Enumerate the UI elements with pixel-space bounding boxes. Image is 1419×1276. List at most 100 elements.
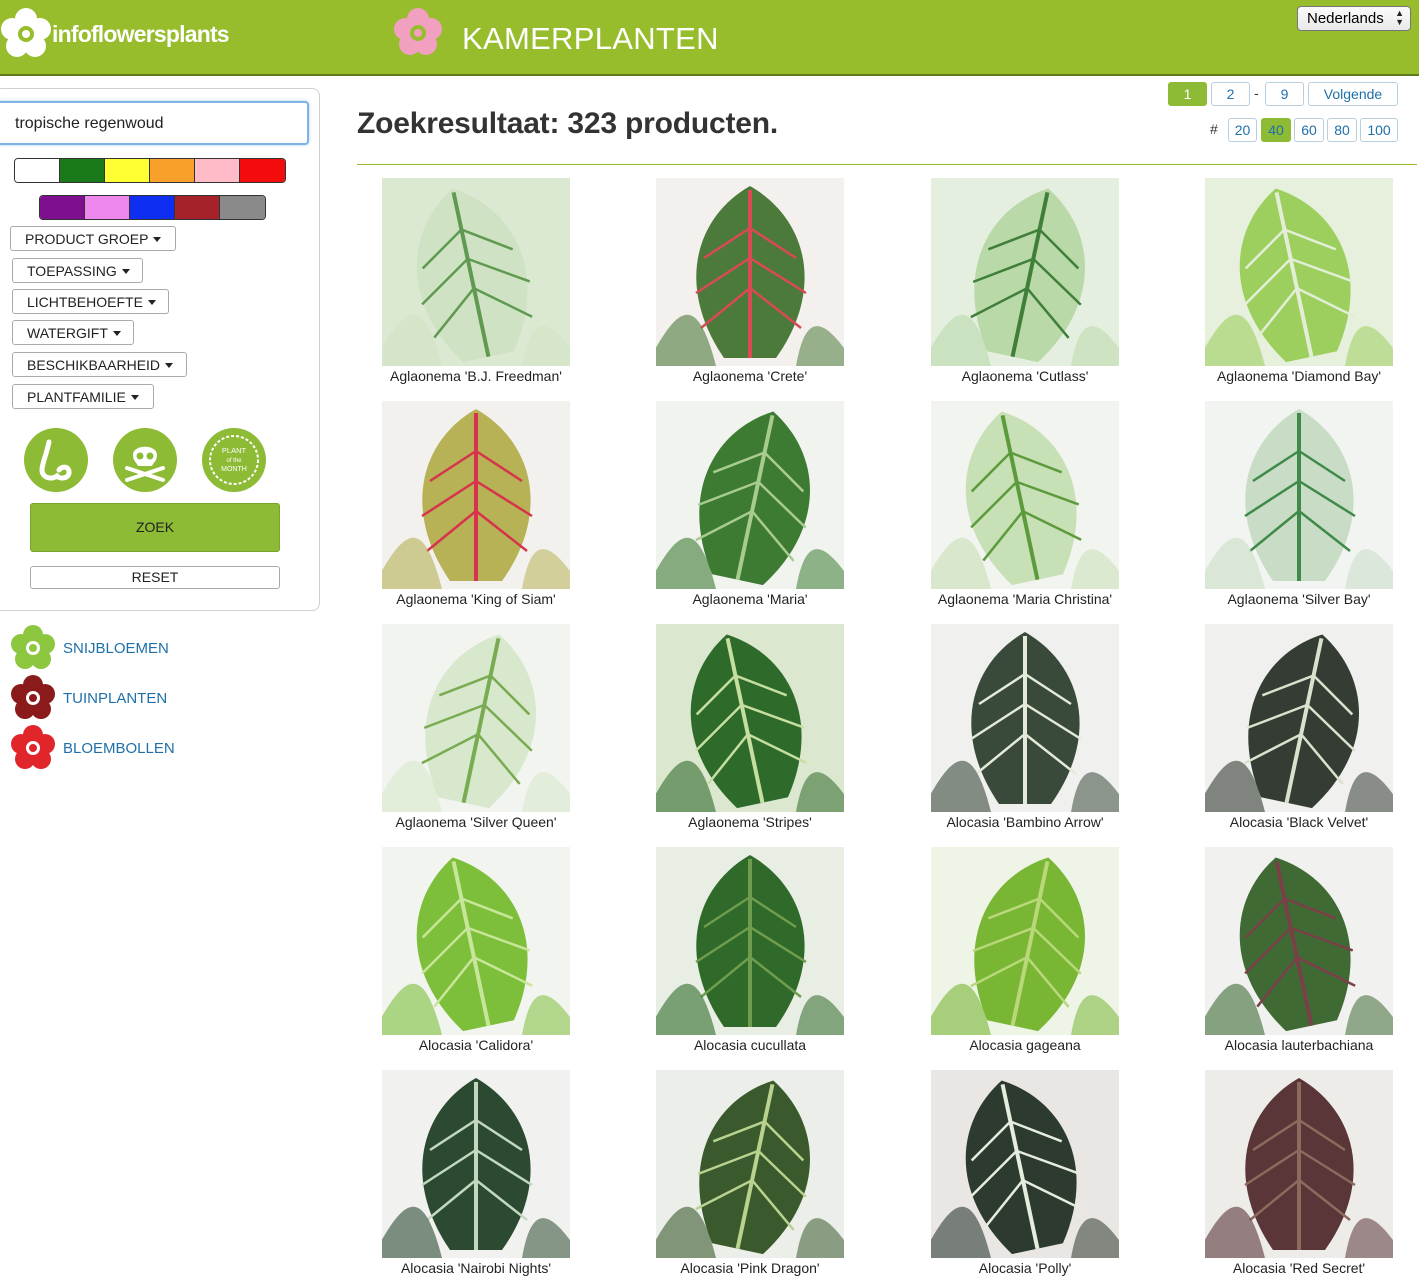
product-image[interactable] <box>382 847 570 1035</box>
product-card[interactable]: Alocasia 'Polly' <box>931 1070 1119 1276</box>
color-swatch[interactable] <box>105 159 150 182</box>
filter-watergift[interactable]: WATERGIFT <box>12 320 134 345</box>
product-card[interactable]: Alocasia cucullata <box>656 847 844 1053</box>
fragrance-filter-button[interactable] <box>24 428 88 492</box>
product-name[interactable]: Alocasia 'Red Secret' <box>1189 1260 1409 1276</box>
product-name[interactable]: Alocasia 'Nairobi Nights' <box>366 1260 586 1276</box>
product-card[interactable]: Aglaonema 'Cutlass' <box>931 178 1119 384</box>
sidebar-link-tuinplanten[interactable]: TUINPLANTEN <box>8 674 167 722</box>
color-swatch[interactable] <box>175 196 220 219</box>
filter-beschikbaarheid[interactable]: BESCHIKBAARHEID <box>12 352 187 377</box>
product-name[interactable]: Alocasia cucullata <box>640 1037 860 1053</box>
product-card[interactable]: Aglaonema 'Diamond Bay' <box>1205 178 1393 384</box>
product-card[interactable]: Aglaonema 'B.J. Freedman' <box>382 178 570 384</box>
product-image[interactable] <box>931 1070 1119 1258</box>
product-name[interactable]: Alocasia 'Bambino Arrow' <box>915 814 1135 830</box>
product-image[interactable] <box>656 847 844 1035</box>
per-page-100[interactable]: 100 <box>1360 118 1398 142</box>
product-name[interactable]: Aglaonema 'Maria' <box>640 591 860 607</box>
product-card[interactable]: Alocasia 'Bambino Arrow' <box>931 624 1119 830</box>
reset-button[interactable]: RESET <box>30 566 280 589</box>
product-card[interactable]: Alocasia 'Black Velvet' <box>1205 624 1393 830</box>
color-swatch[interactable] <box>15 159 60 182</box>
product-card[interactable]: Alocasia 'Pink Dragon' <box>656 1070 844 1276</box>
product-name[interactable]: Aglaonema 'Maria Christina' <box>915 591 1135 607</box>
color-swatch[interactable] <box>60 159 105 182</box>
product-image[interactable] <box>1205 401 1393 589</box>
color-swatch[interactable] <box>85 196 130 219</box>
product-card[interactable]: Aglaonema 'Maria Christina' <box>931 401 1119 607</box>
color-swatch[interactable] <box>195 159 240 182</box>
search-input[interactable]: tropische regenwoud <box>0 101 309 145</box>
product-card[interactable]: Aglaonema 'Silver Bay' <box>1205 401 1393 607</box>
product-card[interactable]: Aglaonema 'Stripes' <box>656 624 844 830</box>
page-button-9[interactable]: 9 <box>1265 82 1304 106</box>
product-image[interactable] <box>656 401 844 589</box>
product-image[interactable] <box>931 401 1119 589</box>
product-name[interactable]: Aglaonema 'Silver Queen' <box>366 814 586 830</box>
per-page-60[interactable]: 60 <box>1294 118 1324 142</box>
product-image[interactable] <box>931 178 1119 366</box>
product-image[interactable] <box>656 624 844 812</box>
product-card[interactable]: Alocasia 'Calidora' <box>382 847 570 1053</box>
filter-lichtbehoefte[interactable]: LICHTBEHOEFTE <box>12 289 169 314</box>
language-select[interactable]: Nederlands ▲ ▼ <box>1297 6 1411 31</box>
color-swatch[interactable] <box>150 159 195 182</box>
product-image[interactable] <box>931 847 1119 1035</box>
per-page-80[interactable]: 80 <box>1327 118 1357 142</box>
filter-toepassing[interactable]: TOEPASSING <box>12 258 143 283</box>
product-image[interactable] <box>1205 847 1393 1035</box>
color-swatch[interactable] <box>220 196 265 219</box>
toxic-filter-button[interactable] <box>113 428 177 492</box>
product-name[interactable]: Aglaonema 'King of Siam' <box>366 591 586 607</box>
caret-down-icon <box>112 331 121 336</box>
product-name[interactable]: Aglaonema 'Diamond Bay' <box>1189 368 1409 384</box>
color-swatch[interactable] <box>130 196 175 219</box>
product-card[interactable]: Aglaonema 'Silver Queen' <box>382 624 570 830</box>
product-card[interactable]: Alocasia gageana <box>931 847 1119 1053</box>
product-image[interactable] <box>382 401 570 589</box>
color-swatch[interactable] <box>240 159 285 182</box>
filter-plantfamilie[interactable]: PLANTFAMILIE <box>12 384 154 409</box>
per-page-40[interactable]: 40 <box>1261 118 1291 142</box>
site-logo[interactable]: infoflowersplants <box>0 6 230 62</box>
plant-of-the-month-button[interactable]: PLANT of the MONTH <box>202 428 266 492</box>
product-name[interactable]: Alocasia gageana <box>915 1037 1135 1053</box>
page-button-1[interactable]: 1 <box>1168 82 1207 106</box>
product-card[interactable]: Alocasia 'Nairobi Nights' <box>382 1070 570 1276</box>
sidebar-link-snijbloemen[interactable]: SNIJBLOEMEN <box>8 624 169 672</box>
product-image[interactable] <box>656 1070 844 1258</box>
page-button-2[interactable]: 2 <box>1211 82 1250 106</box>
product-image[interactable] <box>1205 624 1393 812</box>
product-image[interactable] <box>931 624 1119 812</box>
product-image[interactable] <box>382 624 570 812</box>
product-card[interactable]: Aglaonema 'Maria' <box>656 401 844 607</box>
product-card[interactable]: Alocasia 'Red Secret' <box>1205 1070 1393 1276</box>
product-name[interactable]: Aglaonema 'B.J. Freedman' <box>366 368 586 384</box>
product-name[interactable]: Alocasia 'Black Velvet' <box>1189 814 1409 830</box>
kamerplanten-flower-icon <box>394 8 442 55</box>
next-page-button[interactable]: Volgende <box>1308 82 1398 106</box>
product-image[interactable] <box>382 178 570 366</box>
product-name[interactable]: Aglaonema 'Silver Bay' <box>1189 591 1409 607</box>
per-page-20[interactable]: 20 <box>1228 118 1257 142</box>
search-button[interactable]: ZOEK <box>30 503 280 552</box>
product-name[interactable]: Aglaonema 'Cutlass' <box>915 368 1135 384</box>
product-image[interactable] <box>382 1070 570 1258</box>
product-name[interactable]: Alocasia lauterbachiana <box>1189 1037 1409 1053</box>
product-image[interactable] <box>1205 1070 1393 1258</box>
product-image[interactable] <box>656 178 844 366</box>
caret-down-icon <box>165 363 174 368</box>
product-image[interactable] <box>1205 178 1393 366</box>
product-name[interactable]: Alocasia 'Polly' <box>915 1260 1135 1276</box>
product-name[interactable]: Alocasia 'Calidora' <box>366 1037 586 1053</box>
product-card[interactable]: Aglaonema 'King of Siam' <box>382 401 570 607</box>
product-name[interactable]: Alocasia 'Pink Dragon' <box>640 1260 860 1276</box>
product-name[interactable]: Aglaonema 'Stripes' <box>640 814 860 830</box>
color-swatch[interactable] <box>40 196 85 219</box>
filter-product-groep[interactable]: PRODUCT GROEP <box>10 226 176 251</box>
product-card[interactable]: Alocasia lauterbachiana <box>1205 847 1393 1053</box>
product-name[interactable]: Aglaonema 'Crete' <box>640 368 860 384</box>
sidebar-link-bloembollen[interactable]: BLOEMBOLLEN <box>8 724 175 772</box>
product-card[interactable]: Aglaonema 'Crete' <box>656 178 844 384</box>
